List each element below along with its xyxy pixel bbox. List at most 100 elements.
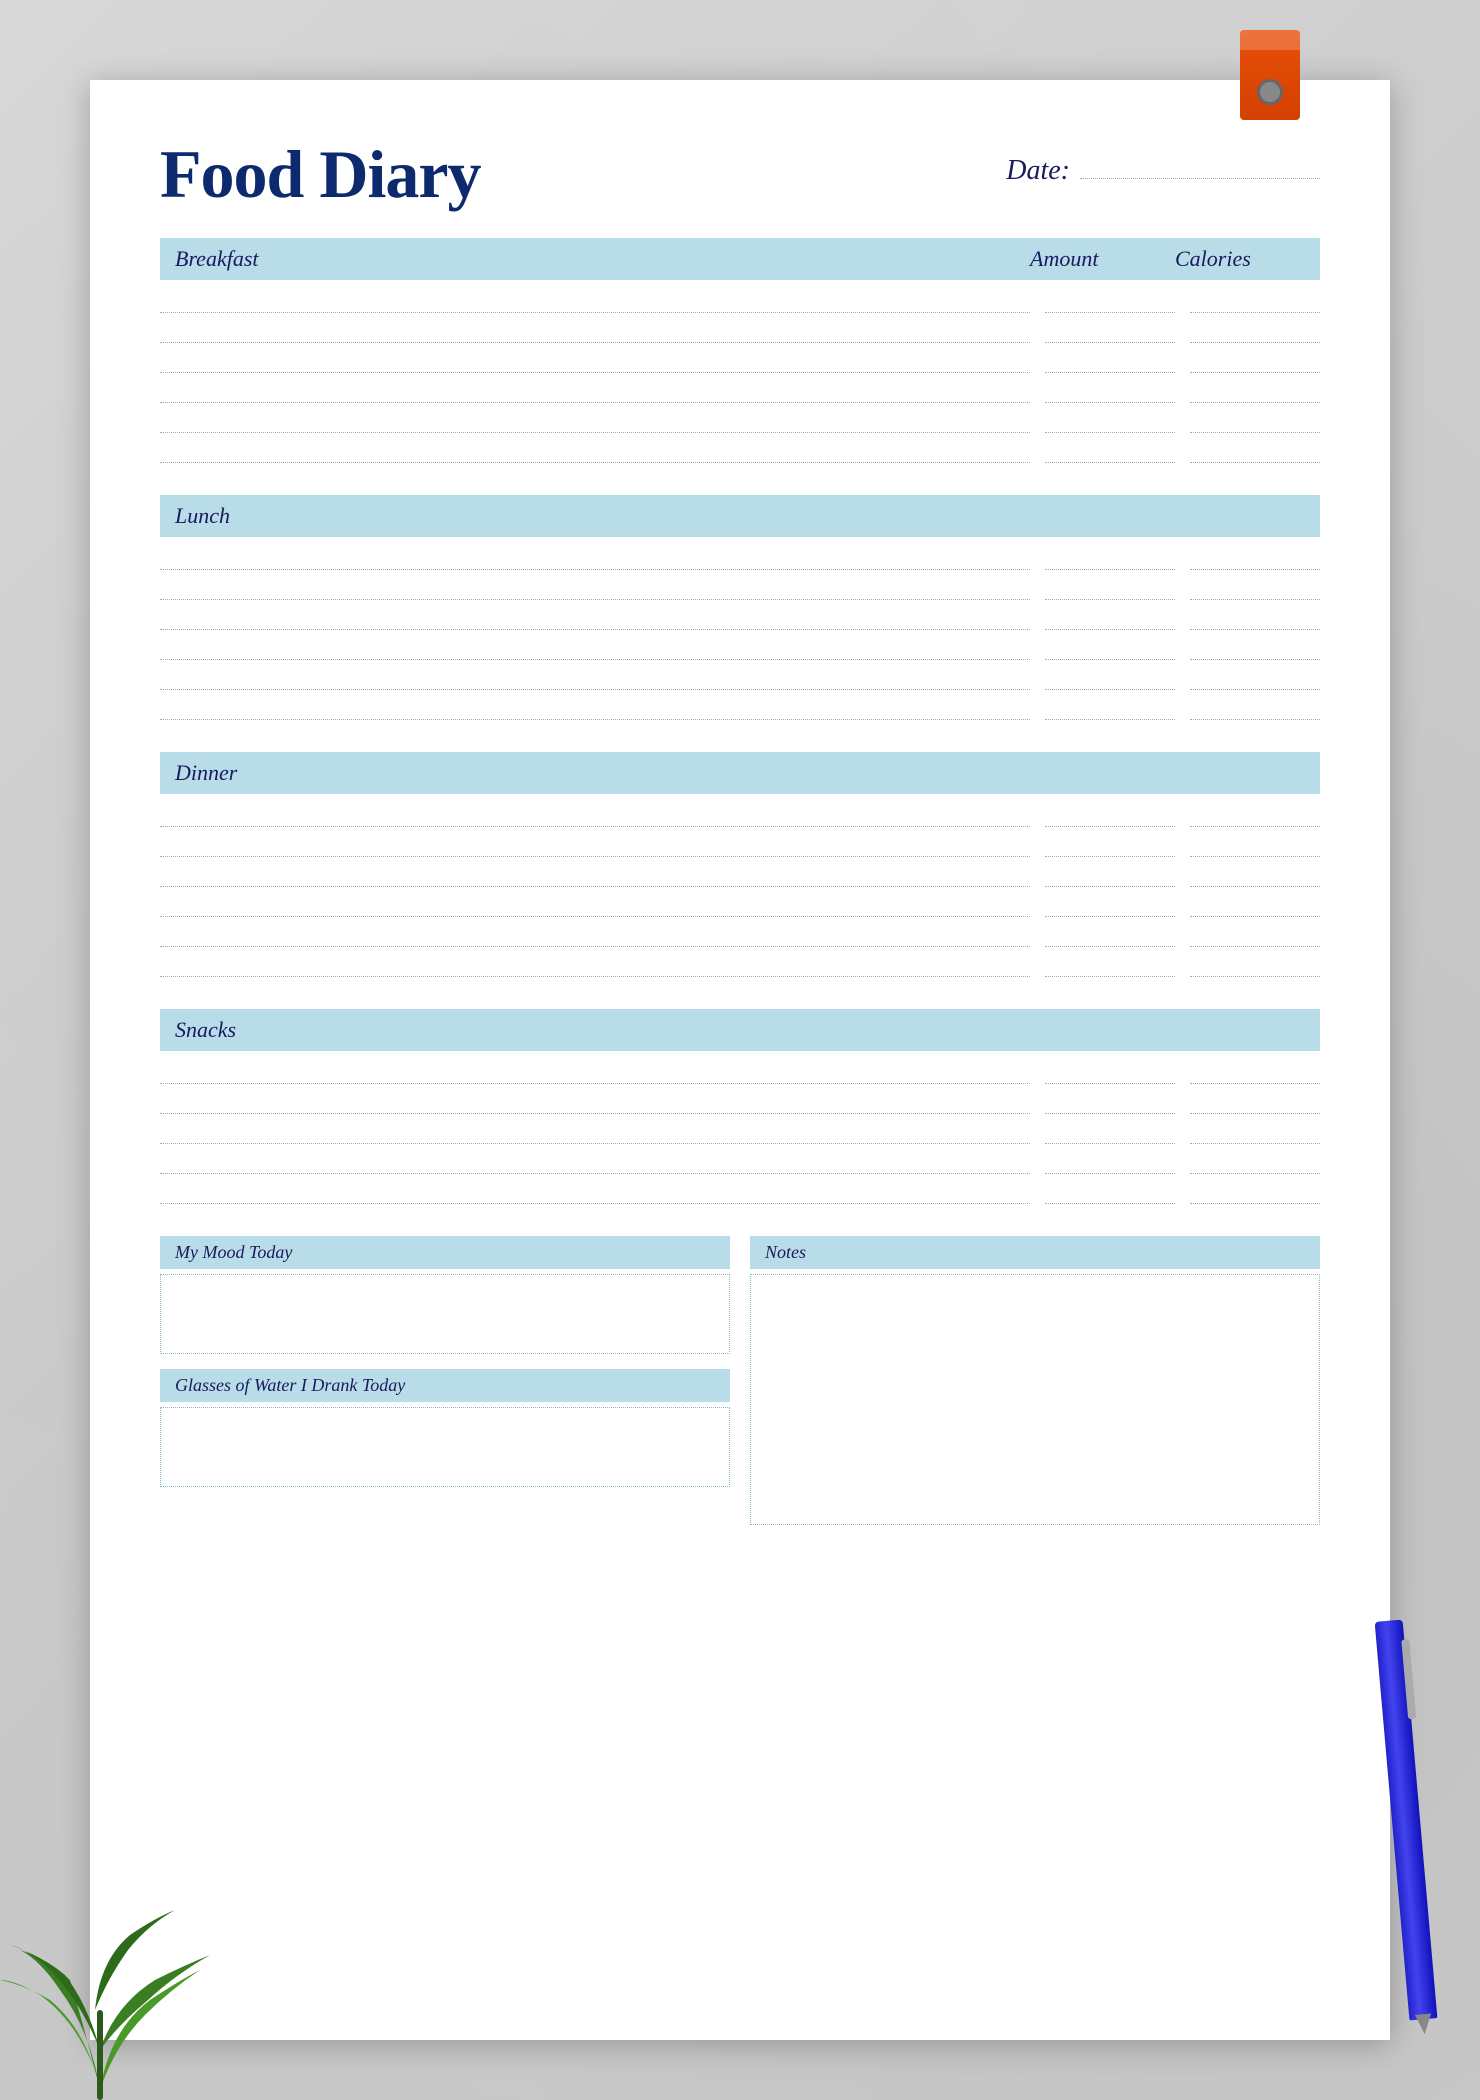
food-name-field[interactable]	[160, 1176, 1030, 1204]
food-name-field[interactable]	[160, 889, 1030, 917]
water-input-area[interactable]	[160, 1407, 730, 1487]
amount-field[interactable]	[1045, 889, 1175, 917]
amount-field[interactable]	[1045, 949, 1175, 977]
amount-field[interactable]	[1045, 375, 1175, 403]
food-name-field[interactable]	[160, 632, 1030, 660]
calories-field[interactable]	[1190, 602, 1320, 630]
calories-field[interactable]	[1190, 829, 1320, 857]
amount-field[interactable]	[1045, 799, 1175, 827]
amount-field[interactable]	[1045, 285, 1175, 313]
mood-label: My Mood Today	[160, 1236, 730, 1269]
table-row	[160, 542, 1320, 570]
amount-field[interactable]	[1045, 405, 1175, 433]
amount-field[interactable]	[1045, 1056, 1175, 1084]
notes-section: Notes	[750, 1236, 1320, 1487]
food-name-field[interactable]	[160, 345, 1030, 373]
table-row	[160, 285, 1320, 313]
food-name-field[interactable]	[160, 1116, 1030, 1144]
table-row	[160, 435, 1320, 463]
food-name-field[interactable]	[160, 829, 1030, 857]
table-row	[160, 662, 1320, 690]
amount-field[interactable]	[1045, 692, 1175, 720]
calories-field[interactable]	[1190, 919, 1320, 947]
food-name-field[interactable]	[160, 692, 1030, 720]
amount-field[interactable]	[1045, 829, 1175, 857]
table-row	[160, 949, 1320, 977]
amount-col-header: Amount	[1030, 246, 1160, 272]
food-name-field[interactable]	[160, 859, 1030, 887]
calories-field[interactable]	[1190, 285, 1320, 313]
bottom-sections: My Mood Today Glasses of Water I Drank T…	[160, 1236, 1320, 1487]
amount-field[interactable]	[1045, 662, 1175, 690]
date-label: Date:	[1006, 155, 1070, 187]
calories-field[interactable]	[1190, 572, 1320, 600]
table-row	[160, 405, 1320, 433]
food-name-field[interactable]	[160, 315, 1030, 343]
amount-field[interactable]	[1045, 1086, 1175, 1114]
amount-field[interactable]	[1045, 632, 1175, 660]
calories-field[interactable]	[1190, 889, 1320, 917]
breakfast-header-row: Breakfast Amount Calories	[160, 238, 1320, 280]
calories-field[interactable]	[1190, 345, 1320, 373]
lunch-label: Lunch	[175, 503, 230, 528]
mood-input-area[interactable]	[160, 1274, 730, 1354]
calories-field[interactable]	[1190, 662, 1320, 690]
food-name-field[interactable]	[160, 1056, 1030, 1084]
table-row	[160, 859, 1320, 887]
calories-field[interactable]	[1190, 1116, 1320, 1144]
notes-input-area[interactable]	[750, 1274, 1320, 1525]
amount-field[interactable]	[1045, 572, 1175, 600]
table-row	[160, 692, 1320, 720]
breakfast-section: Breakfast Amount Calories	[160, 238, 1320, 470]
food-name-field[interactable]	[160, 602, 1030, 630]
amount-field[interactable]	[1045, 602, 1175, 630]
calories-field[interactable]	[1190, 692, 1320, 720]
calories-field[interactable]	[1190, 1086, 1320, 1114]
food-name-field[interactable]	[160, 919, 1030, 947]
table-row	[160, 1116, 1320, 1144]
calories-field[interactable]	[1190, 859, 1320, 887]
amount-field[interactable]	[1045, 1146, 1175, 1174]
lunch-section: Lunch	[160, 495, 1320, 727]
calories-field[interactable]	[1190, 949, 1320, 977]
calories-field[interactable]	[1190, 405, 1320, 433]
calories-field[interactable]	[1190, 632, 1320, 660]
breakfast-rows	[160, 280, 1320, 470]
food-name-field[interactable]	[160, 375, 1030, 403]
food-name-field[interactable]	[160, 1086, 1030, 1114]
food-name-field[interactable]	[160, 285, 1030, 313]
food-name-field[interactable]	[160, 662, 1030, 690]
mood-section: My Mood Today	[160, 1236, 730, 1354]
amount-field[interactable]	[1045, 919, 1175, 947]
amount-field[interactable]	[1045, 542, 1175, 570]
water-section: Glasses of Water I Drank Today	[160, 1369, 730, 1487]
calories-field[interactable]	[1190, 315, 1320, 343]
food-name-field[interactable]	[160, 949, 1030, 977]
date-input-line[interactable]	[1080, 178, 1320, 179]
food-name-field[interactable]	[160, 405, 1030, 433]
sharpener-decoration	[1240, 30, 1300, 120]
food-name-field[interactable]	[160, 1146, 1030, 1174]
food-name-field[interactable]	[160, 799, 1030, 827]
amount-field[interactable]	[1045, 435, 1175, 463]
calories-field[interactable]	[1190, 1176, 1320, 1204]
calories-field[interactable]	[1190, 1056, 1320, 1084]
food-name-field[interactable]	[160, 542, 1030, 570]
calories-field[interactable]	[1190, 799, 1320, 827]
amount-field[interactable]	[1045, 1176, 1175, 1204]
table-row	[160, 1146, 1320, 1174]
calories-field[interactable]	[1190, 375, 1320, 403]
amount-field[interactable]	[1045, 345, 1175, 373]
calories-field[interactable]	[1190, 1146, 1320, 1174]
table-row	[160, 889, 1320, 917]
calories-field[interactable]	[1190, 542, 1320, 570]
amount-field[interactable]	[1045, 859, 1175, 887]
calories-field[interactable]	[1190, 435, 1320, 463]
paper: Food Diary Date: Breakfast Amount Calori…	[90, 80, 1390, 2040]
amount-field[interactable]	[1045, 1116, 1175, 1144]
dinner-rows	[160, 794, 1320, 984]
food-name-field[interactable]	[160, 435, 1030, 463]
table-row	[160, 829, 1320, 857]
amount-field[interactable]	[1045, 315, 1175, 343]
food-name-field[interactable]	[160, 572, 1030, 600]
